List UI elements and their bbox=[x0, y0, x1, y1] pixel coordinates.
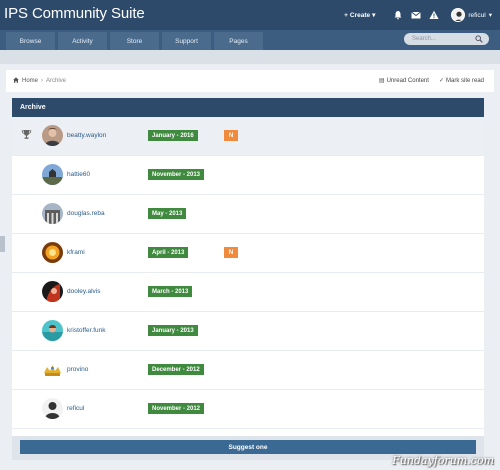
username-link[interactable]: douglas.reba bbox=[67, 210, 105, 217]
header-spacer bbox=[0, 50, 500, 64]
username-link[interactable]: reficul bbox=[67, 405, 84, 412]
user-menu[interactable]: reficul ▾ bbox=[451, 8, 492, 22]
caret-down-icon: ▾ bbox=[372, 12, 376, 19]
tab-browse[interactable]: Browse bbox=[6, 32, 55, 50]
envelope-icon[interactable] bbox=[411, 10, 422, 20]
date-badge: November - 2013 bbox=[148, 169, 205, 180]
bell-icon[interactable] bbox=[393, 10, 403, 20]
new-badge: N bbox=[224, 130, 238, 141]
tab-activity[interactable]: Activity bbox=[58, 32, 107, 50]
breadcrumb: Home › Archive bbox=[13, 77, 66, 85]
date-badge: November - 2012 bbox=[148, 403, 205, 414]
site-title[interactable]: IPS Community Suite bbox=[4, 5, 145, 22]
trophy-icon bbox=[21, 129, 32, 142]
avatar[interactable] bbox=[42, 164, 63, 185]
breadcrumb-home[interactable]: Home bbox=[22, 78, 38, 84]
list-item: douglas.reba May - 2013 bbox=[12, 195, 484, 234]
panel-title: Archive bbox=[12, 98, 484, 117]
breadcrumb-bar: Home › Archive ▤ Unread Content ✓ Mark sit… bbox=[6, 70, 494, 92]
user-avatar bbox=[451, 8, 466, 22]
list-item: kristoffer.funk January - 2013 bbox=[12, 312, 484, 351]
warning-icon[interactable] bbox=[429, 10, 439, 20]
site-header: IPS Community Suite + Create ▾ reficul ▾ bbox=[0, 0, 500, 30]
search-input[interactable]: Search... bbox=[404, 33, 489, 45]
username-link[interactable]: beatty.waylon bbox=[67, 132, 106, 139]
tab-support[interactable]: Support bbox=[162, 32, 211, 50]
list-item: provino December - 2012 bbox=[12, 351, 484, 390]
archive-panel: Archive beatty.waylon January - 2016 N h… bbox=[12, 98, 484, 460]
date-badge: May - 2013 bbox=[148, 208, 187, 219]
header-actions: + Create ▾ reficul ▾ bbox=[344, 0, 500, 30]
date-badge: January - 2016 bbox=[148, 130, 198, 141]
breadcrumb-current: Archive bbox=[46, 78, 67, 84]
create-button[interactable]: + Create ▾ bbox=[344, 11, 376, 20]
username-label: reficul bbox=[468, 11, 486, 19]
plus-icon: + bbox=[344, 11, 348, 19]
list-item: reficul November - 2012 bbox=[12, 390, 484, 429]
username-link[interactable]: hattie60 bbox=[67, 171, 90, 178]
mark-read-label: Mark site read bbox=[445, 78, 484, 84]
username-link[interactable]: kframi bbox=[67, 249, 85, 256]
watermark: Fundayforum.com bbox=[392, 454, 494, 467]
search-icon[interactable] bbox=[475, 35, 483, 43]
tab-pages[interactable]: Pages bbox=[214, 32, 263, 50]
avatar[interactable] bbox=[42, 320, 63, 341]
username-link[interactable]: provino bbox=[67, 366, 88, 373]
home-icon bbox=[13, 77, 19, 85]
list-item: dooley.alvis March - 2013 bbox=[12, 273, 484, 312]
username-link[interactable]: kristoffer.funk bbox=[67, 327, 106, 334]
list-item: kframi April - 2013 N bbox=[12, 234, 484, 273]
avatar[interactable] bbox=[42, 203, 63, 224]
suggest-button[interactable]: Suggest one bbox=[20, 440, 476, 454]
date-badge: December - 2012 bbox=[148, 364, 204, 375]
date-badge: January - 2013 bbox=[148, 325, 198, 336]
check-icon: ✓ bbox=[438, 78, 444, 84]
date-badge: April - 2013 bbox=[148, 247, 189, 258]
avatar[interactable] bbox=[42, 359, 63, 380]
main-nav: Browse Activity Store Support Pages Sear… bbox=[0, 30, 500, 50]
avatar[interactable] bbox=[42, 242, 63, 263]
date-badge: March - 2013 bbox=[148, 286, 193, 297]
tab-store[interactable]: Store bbox=[110, 32, 159, 50]
list-item: beatty.waylon January - 2016 N bbox=[12, 117, 484, 156]
unread-content-link[interactable]: ▤ Unread Content bbox=[379, 77, 429, 84]
side-drawer-handle[interactable] bbox=[0, 236, 5, 252]
list-item: hattie60 November - 2013 bbox=[12, 156, 484, 195]
mark-site-read-link[interactable]: ✓ Mark site read bbox=[439, 77, 484, 84]
avatar[interactable] bbox=[42, 125, 63, 146]
username-link[interactable]: dooley.alvis bbox=[67, 288, 100, 295]
create-label: Create bbox=[349, 11, 371, 19]
search-placeholder: Search... bbox=[412, 36, 437, 42]
breadcrumb-actions: ▤ Unread Content ✓ Mark site read bbox=[379, 77, 484, 84]
newspaper-icon: ▤ bbox=[378, 78, 385, 84]
new-badge: N bbox=[224, 247, 238, 258]
avatar[interactable] bbox=[42, 398, 63, 419]
avatar[interactable] bbox=[42, 281, 63, 302]
unread-label: Unread Content bbox=[386, 78, 429, 84]
caret-down-icon: ▾ bbox=[488, 12, 492, 19]
nav-tabs: Browse Activity Store Support Pages bbox=[6, 32, 263, 50]
breadcrumb-separator: › bbox=[41, 78, 44, 84]
